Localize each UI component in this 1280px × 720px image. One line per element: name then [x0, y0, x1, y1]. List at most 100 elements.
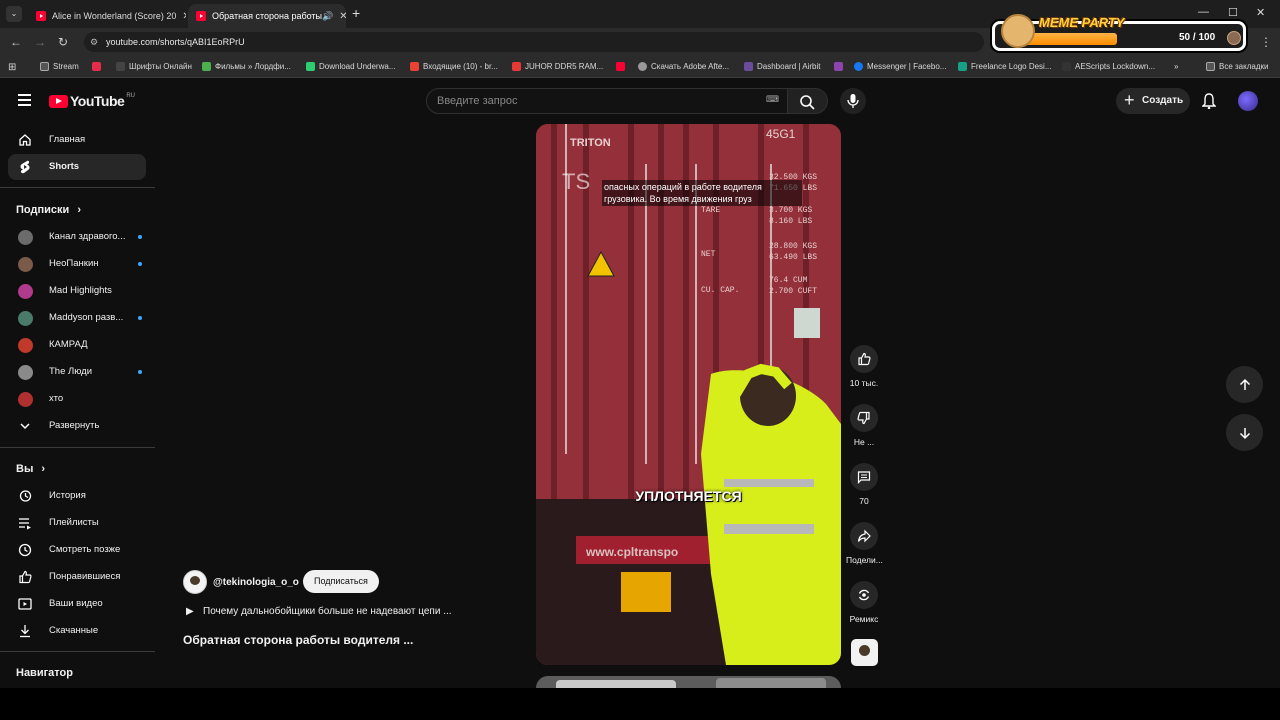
- bookmark-item[interactable]: Шрифты Онлайн: [116, 62, 192, 71]
- sidebar-subscription[interactable]: Канал здравого...: [8, 224, 146, 250]
- minimize-icon[interactable]: —: [1198, 6, 1209, 18]
- bookmark-item[interactable]: Messenger | Facebo...: [854, 62, 946, 71]
- youtube-logo[interactable]: YouTube RU: [49, 93, 135, 109]
- browser-tab[interactable]: Alice in Wonderland (Score) 20 ✕: [28, 4, 186, 28]
- tab-search-button[interactable]: ⌄: [6, 6, 22, 22]
- speaker-icon[interactable]: 🔊: [322, 11, 333, 22]
- bookmark-item[interactable]: Входящие (10) - br...: [410, 62, 498, 71]
- svg-text:8.160 LBS: 8.160 LBS: [769, 217, 812, 226]
- comments-button[interactable]: [850, 463, 878, 491]
- close-tab-icon[interactable]: ✕: [333, 11, 346, 22]
- logo-text: YouTube: [70, 93, 125, 109]
- sidebar-subscription[interactable]: Maddyson разв...: [8, 305, 146, 331]
- bookmark-item[interactable]: Stream: [40, 62, 79, 71]
- keyboard-icon[interactable]: ⌨: [766, 94, 779, 105]
- apps-icon[interactable]: ⊞: [8, 62, 16, 73]
- sidebar-subscription[interactable]: Mad Highlights: [8, 278, 146, 304]
- channel-avatar[interactable]: [183, 570, 207, 594]
- history-icon: [19, 490, 32, 502]
- subscription-label: НеоПанкин: [49, 258, 99, 269]
- site-info-icon[interactable]: ⚙: [90, 32, 98, 52]
- you-header[interactable]: Вы ›: [16, 463, 45, 475]
- sidebar-item-shorts[interactable]: Shorts: [8, 154, 146, 180]
- sidebar-item-label: Скачанные: [49, 625, 99, 636]
- sidebar-item-label: Ваши видео: [49, 598, 103, 609]
- new-content-dot: [138, 370, 142, 374]
- subscriptions-title: Подписки: [16, 204, 70, 216]
- bookmark-item[interactable]: Dashboard | Airbit: [744, 62, 820, 71]
- create-button[interactable]: Создать: [1116, 87, 1190, 114]
- sidebar-item-downloads[interactable]: Скачанные: [8, 618, 146, 644]
- sidebar-subscription[interactable]: The Люди: [8, 359, 146, 385]
- channel-avatar: [18, 338, 33, 353]
- reload-icon[interactable]: ↻: [58, 35, 68, 49]
- new-tab-button[interactable]: +: [352, 5, 360, 21]
- short-video-player[interactable]: TRITON 45G1 32.500 KGS71.650 LBS 3.700 K…: [536, 124, 841, 665]
- sidebar-item-watch-later[interactable]: Смотреть позже: [8, 537, 146, 563]
- bookmark-item[interactable]: AEScripts Lockdown...: [1062, 62, 1155, 71]
- channel-name[interactable]: @tekinologia_o_o: [213, 577, 299, 588]
- sidebar: Главная Shorts Подписки › Канал здравого…: [0, 123, 155, 720]
- account-avatar[interactable]: [1238, 91, 1258, 111]
- meme-party-widget[interactable]: MEME PARTY 50 / 100: [992, 14, 1246, 51]
- sidebar-item-home[interactable]: Главная: [8, 127, 146, 153]
- dislike-action[interactable]: Не ...: [846, 404, 882, 447]
- share-action[interactable]: Подели...: [846, 522, 883, 565]
- subscriptions-header[interactable]: Подписки ›: [16, 204, 81, 216]
- sidebar-item-history[interactable]: История: [8, 483, 146, 509]
- like-button[interactable]: [850, 345, 878, 373]
- play-icon[interactable]: ▶: [186, 606, 194, 617]
- bookmarks-overflow-icon[interactable]: »: [1174, 62, 1178, 71]
- bookmark-label: Messenger | Facebo...: [867, 62, 947, 71]
- maximize-icon[interactable]: ☐: [1228, 6, 1238, 19]
- bookmark-item[interactable]: Фильмы » Лордфи...: [202, 62, 291, 71]
- bookmark-item[interactable]: Download Underwa...: [306, 62, 395, 71]
- search-button[interactable]: [788, 88, 828, 114]
- bookmark-item[interactable]: Скачать Adobe Afte...: [638, 62, 729, 71]
- comments-action[interactable]: 70: [846, 463, 882, 506]
- sidebar-item-label: Главная: [49, 134, 86, 145]
- forward-icon[interactable]: →: [34, 35, 46, 49]
- bookmark-item[interactable]: [834, 62, 847, 71]
- dislike-button[interactable]: [850, 404, 878, 432]
- sidebar-item-playlists[interactable]: Плейлисты: [8, 510, 146, 536]
- browser-tab-active[interactable]: Обратная сторона работы 🔊 ✕: [188, 4, 346, 28]
- sidebar-subscription[interactable]: КАМРАД: [8, 332, 146, 358]
- next-short-button[interactable]: [1226, 414, 1263, 451]
- back-icon[interactable]: ←: [10, 35, 22, 49]
- bookmark-item[interactable]: [616, 62, 629, 71]
- voice-search-button[interactable]: [840, 88, 866, 114]
- bookmark-item[interactable]: Freelance Logo Desi...: [958, 62, 1052, 71]
- chevron-right-icon: ›: [77, 204, 81, 216]
- sound-thumbnail[interactable]: [851, 639, 878, 666]
- subscribe-button[interactable]: Подписаться: [303, 570, 379, 593]
- channel-info[interactable]: @tekinologia_o_o: [183, 569, 299, 595]
- sidebar-item-your-videos[interactable]: Ваши видео: [8, 591, 146, 617]
- sidebar-expand[interactable]: Развернуть: [8, 413, 146, 439]
- remix-action[interactable]: Ремикс: [846, 581, 882, 624]
- hamburger-menu-icon[interactable]: [18, 94, 31, 106]
- playlist-title[interactable]: Почему дальнобойщики больше не надевают …: [203, 606, 452, 617]
- share-label: Подели...: [846, 555, 883, 565]
- notifications-bell-icon[interactable]: [1202, 93, 1216, 109]
- share-button[interactable]: [850, 522, 878, 550]
- subscription-label: КАМРАД: [49, 339, 88, 350]
- sidebar-item-liked[interactable]: Понравившиеся: [8, 564, 146, 590]
- search-input[interactable]: Введите запрос: [426, 88, 788, 114]
- meme-score: 50 / 100: [1179, 32, 1216, 43]
- sidebar-subscription[interactable]: НеоПанкин: [8, 251, 146, 277]
- bookmark-item[interactable]: JUHOR DDR5 RAM...: [512, 62, 603, 71]
- sidebar-subscription[interactable]: хто: [8, 386, 146, 412]
- remix-button[interactable]: [850, 581, 878, 609]
- sidebar-divider: [0, 187, 155, 188]
- previous-short-button[interactable]: [1226, 366, 1263, 403]
- bookmark-item[interactable]: [92, 62, 105, 71]
- video-title[interactable]: Обратная сторона работы водителя ...: [183, 633, 413, 647]
- close-tab-icon[interactable]: ✕: [176, 11, 186, 22]
- all-bookmarks-folder[interactable]: Все закладки: [1206, 62, 1268, 71]
- more-menu-icon[interactable]: ⋮: [1260, 35, 1272, 49]
- close-window-icon[interactable]: ✕: [1256, 6, 1265, 19]
- address-bar[interactable]: ⚙ youtube.com/shorts/qABI1EoRPrU: [84, 32, 984, 52]
- like-action[interactable]: 10 тыс.: [846, 345, 882, 388]
- sidebar-item-label: Понравившиеся: [49, 571, 121, 582]
